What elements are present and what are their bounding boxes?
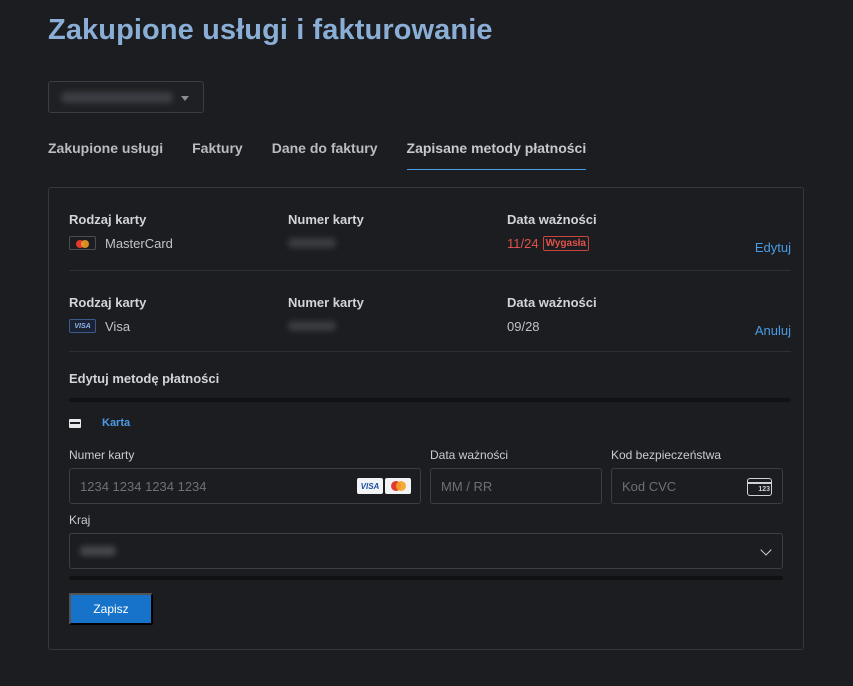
credit-card-icon xyxy=(69,418,81,428)
account-select-value xyxy=(61,92,173,103)
card-number-masked xyxy=(288,238,336,248)
chevron-down-icon xyxy=(760,544,772,556)
card-number-label: Numer karty xyxy=(288,212,364,227)
card-number-placeholder: 1234 1234 1234 1234 xyxy=(80,478,207,494)
payment-methods-panel: Rodzaj karty MasterCard Numer karty Data… xyxy=(48,187,804,650)
card-brand: Visa xyxy=(105,318,131,334)
payment-method-row: Rodzaj karty MasterCard Numer karty Data… xyxy=(69,204,791,286)
tab-invoices[interactable]: Faktury xyxy=(192,138,243,170)
expiry-label: Data ważności xyxy=(507,295,597,310)
card-type-label: Rodzaj karty xyxy=(69,212,147,227)
method-tab-label: Karta xyxy=(102,417,131,429)
divider xyxy=(69,270,791,271)
divider xyxy=(69,398,791,402)
expiry-value: 09/28 xyxy=(507,318,540,334)
tab-saved-payment-methods[interactable]: Zapisane metody płatności xyxy=(406,138,587,170)
tab-bar: Zakupione usługi Faktury Dane do faktury… xyxy=(48,138,615,170)
page-title: Zakupione usługi i fakturowanie xyxy=(48,14,493,46)
mastercard-icon xyxy=(385,478,411,494)
card-brand: MasterCard xyxy=(105,235,173,251)
cvc-placeholder: Kod CVC xyxy=(622,478,677,494)
expiry-field-label: Data ważności xyxy=(430,448,509,462)
expiry-label: Data ważności xyxy=(507,212,597,227)
visa-icon: VISA xyxy=(69,319,96,333)
cancel-link[interactable]: Anuluj xyxy=(755,323,791,338)
tab-purchased-services[interactable]: Zakupione usługi xyxy=(48,138,163,170)
payment-method-row: Rodzaj karty VISA Visa Numer karty Data … xyxy=(69,287,791,369)
visa-icon: VISA xyxy=(357,478,383,494)
account-select[interactable] xyxy=(48,81,204,113)
card-type-label: Rodzaj karty xyxy=(69,295,147,310)
expiry-placeholder: MM / RR xyxy=(441,478,493,494)
country-value xyxy=(80,546,116,556)
chevron-down-icon xyxy=(181,96,189,101)
card-number-label: Numer karty xyxy=(288,295,364,310)
cvc-input[interactable]: Kod CVC 123 xyxy=(611,468,783,504)
country-field-label: Kraj xyxy=(69,513,91,527)
cvc-field-label: Kod bezpieczeństwa xyxy=(611,448,722,462)
tab-billing-details[interactable]: Dane do faktury xyxy=(272,138,378,170)
card-number-masked xyxy=(288,321,336,331)
card-number-field-label: Numer karty xyxy=(69,448,135,462)
cvc-icon-text: 123 xyxy=(758,486,770,493)
mastercard-icon xyxy=(69,236,96,250)
expiry-input[interactable]: MM / RR xyxy=(430,468,602,504)
edit-link[interactable]: Edytuj xyxy=(755,240,791,255)
expiry-value: 11/24 xyxy=(507,235,539,251)
divider xyxy=(69,351,791,352)
method-tab-card[interactable]: Karta xyxy=(69,417,130,429)
expired-badge: Wygasła xyxy=(542,235,589,251)
save-button[interactable]: Zapisz xyxy=(69,593,153,625)
edit-method-title: Edytuj metodę płatności xyxy=(69,371,220,386)
divider xyxy=(69,576,783,580)
card-number-input[interactable]: 1234 1234 1234 1234 VISA xyxy=(69,468,421,504)
country-select[interactable] xyxy=(69,533,783,569)
